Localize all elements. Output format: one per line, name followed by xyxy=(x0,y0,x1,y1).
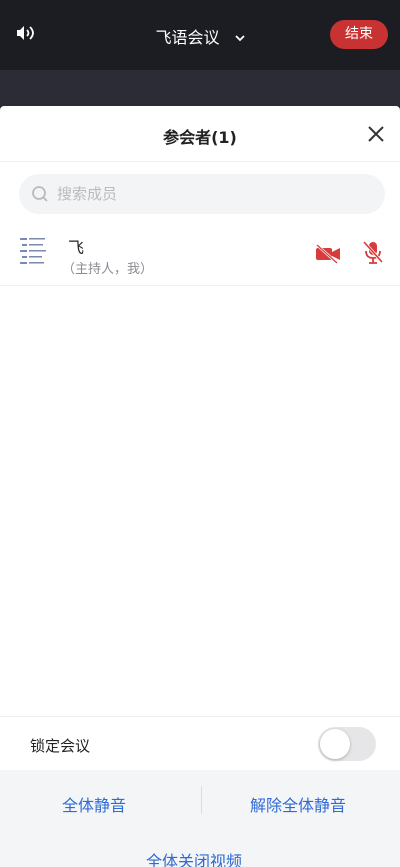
video-area xyxy=(0,70,400,106)
bottom-controls: 锁定会议 全体静音 解除全体静音 全体关闭视频 xyxy=(0,716,400,867)
lock-meeting-label: 锁定会议 xyxy=(30,737,91,755)
panel-title: 参会者(1) xyxy=(163,128,237,147)
participant-name: 飞 xyxy=(68,238,85,257)
search-input[interactable] xyxy=(57,174,367,214)
lock-meeting-row: 锁定会议 xyxy=(0,716,400,770)
divider xyxy=(201,786,202,814)
participants-panel: 参会者(1) 飞 （主持人，我） xyxy=(0,106,400,867)
participant-row[interactable]: 飞 （主持人，我） xyxy=(0,224,400,286)
camera-off-icon[interactable] xyxy=(315,244,341,264)
top-bar: 飞语会议 结束 xyxy=(0,0,400,70)
member-search xyxy=(19,174,385,214)
lock-meeting-toggle[interactable] xyxy=(318,727,376,761)
toggle-knob xyxy=(320,729,350,759)
close-icon[interactable] xyxy=(366,124,386,144)
mute-all-button[interactable]: 全体静音 xyxy=(62,792,126,816)
mic-off-icon[interactable] xyxy=(362,240,384,266)
search-icon xyxy=(32,186,48,202)
end-meeting-button[interactable]: 结束 xyxy=(330,20,388,49)
bulk-actions: 全体静音 解除全体静音 全体关闭视频 xyxy=(0,770,400,867)
unmute-all-button[interactable]: 解除全体静音 xyxy=(250,792,346,816)
panel-header: 参会者(1) xyxy=(0,106,400,162)
meeting-title: 飞语会议 xyxy=(155,28,220,47)
participant-role: （主持人，我） xyxy=(62,262,154,277)
avatar xyxy=(18,234,50,268)
video-off-all-button[interactable]: 全体关闭视频 xyxy=(146,848,242,867)
chevron-down-icon xyxy=(234,35,245,42)
